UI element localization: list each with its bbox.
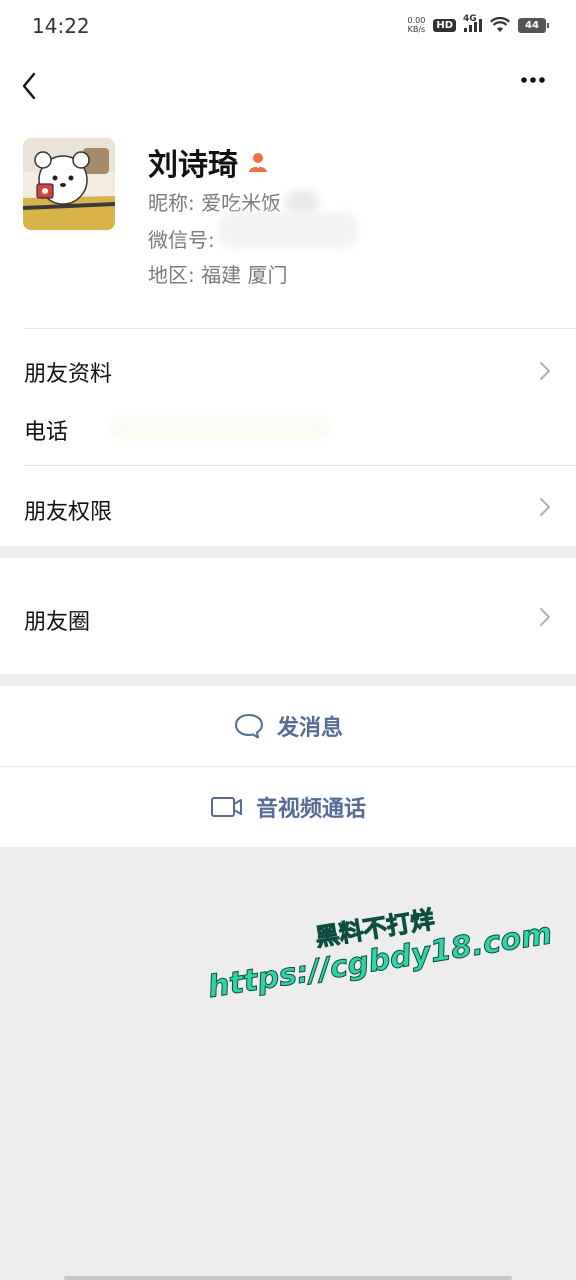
phone-number-blur	[108, 414, 332, 440]
moments-row[interactable]: 朋友圈	[0, 558, 576, 674]
status-bar: 14:22 0.00 KB/s HD 4G 44	[0, 0, 576, 56]
hd-icon: HD	[433, 18, 456, 32]
video-camera-icon	[210, 797, 242, 817]
person-badge-icon	[249, 153, 267, 172]
chevron-right-icon	[540, 498, 550, 516]
wechat-id[interactable]: 微信号:	[148, 224, 215, 253]
status-time: 14:22	[32, 14, 90, 38]
name-row: 刘诗琦	[148, 140, 270, 184]
more-dots-icon	[521, 77, 545, 83]
profile-header: 刘诗琦 昵称: 爱吃米饭 微信号: 地区: 福建 厦门	[0, 112, 576, 328]
wifi-icon	[490, 17, 510, 32]
send-message-label: 发消息	[276, 716, 343, 741]
wechat-id-blur	[218, 212, 358, 248]
back-arrow-icon	[22, 72, 36, 100]
friend-info-label: 朋友资料	[24, 362, 113, 387]
send-message-button[interactable]: 发消息	[0, 686, 576, 766]
back-button[interactable]	[14, 64, 50, 104]
net-speed-unit: KB/s	[407, 25, 426, 34]
friend-permissions-label: 朋友权限	[24, 500, 113, 525]
nav-bar	[0, 56, 576, 112]
friend-settings-card: 朋友资料 电话 朋友权限	[0, 328, 576, 546]
chat-bubble-icon	[234, 714, 263, 739]
contact-name: 刘诗琦	[148, 148, 238, 183]
chevron-right-icon	[540, 608, 550, 626]
chevron-right-icon	[540, 362, 550, 380]
contact-profile-screen: 14:22 0.00 KB/s HD 4G 44 刘诗琦 昵称: 爱吃米饭 微信…	[0, 0, 576, 1280]
watermark: 黑料不打烊 https://cgbdy18.com	[200, 882, 555, 1006]
net-speed-value: 0.00	[407, 16, 426, 25]
video-call-label: 音视频通话	[255, 797, 366, 822]
phone-row[interactable]: 电话	[0, 404, 576, 464]
status-icons: 0.00 KB/s HD 4G 44	[408, 14, 549, 34]
friend-info-row[interactable]: 朋友资料	[0, 328, 576, 404]
signal-icon: 4G	[463, 14, 482, 32]
video-call-button[interactable]: 音视频通话	[0, 767, 576, 847]
phone-label: 电话	[24, 420, 69, 445]
more-button[interactable]	[516, 66, 556, 102]
moments-label: 朋友圈	[24, 610, 91, 635]
avatar[interactable]	[23, 138, 115, 230]
network-type: 4G	[463, 14, 477, 24]
region: 地区: 福建 厦门	[148, 263, 288, 287]
friend-permissions-row[interactable]: 朋友权限	[0, 466, 576, 546]
battery-icon: 44	[518, 17, 549, 33]
net-speed: 0.00 KB/s	[408, 16, 426, 34]
home-indicator[interactable]	[64, 1276, 512, 1280]
